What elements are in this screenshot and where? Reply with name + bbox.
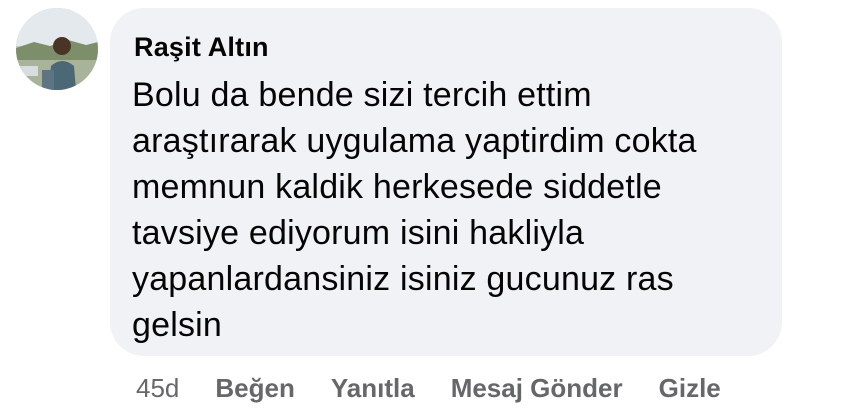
comment-actions: 45d Beğen Yanıtla Mesaj Gönder Gizle xyxy=(136,368,721,408)
avatar[interactable] xyxy=(16,8,98,90)
reply-button[interactable]: Yanıtla xyxy=(331,373,415,404)
comment: Raşit Altın Bolu da bende sizi tercih et… xyxy=(0,0,846,420)
comment-timestamp[interactable]: 45d xyxy=(136,373,179,404)
like-button[interactable]: Beğen xyxy=(215,373,294,404)
hide-button[interactable]: Gizle xyxy=(659,373,721,404)
comment-bubble: Raşit Altın Bolu da bende sizi tercih et… xyxy=(110,8,782,356)
profile-photo-icon xyxy=(16,8,98,90)
send-message-button[interactable]: Mesaj Gönder xyxy=(451,373,623,404)
comment-author[interactable]: Raşit Altın xyxy=(134,30,760,64)
comment-text: Bolu da bende sizi tercih ettim araştıra… xyxy=(132,76,697,344)
